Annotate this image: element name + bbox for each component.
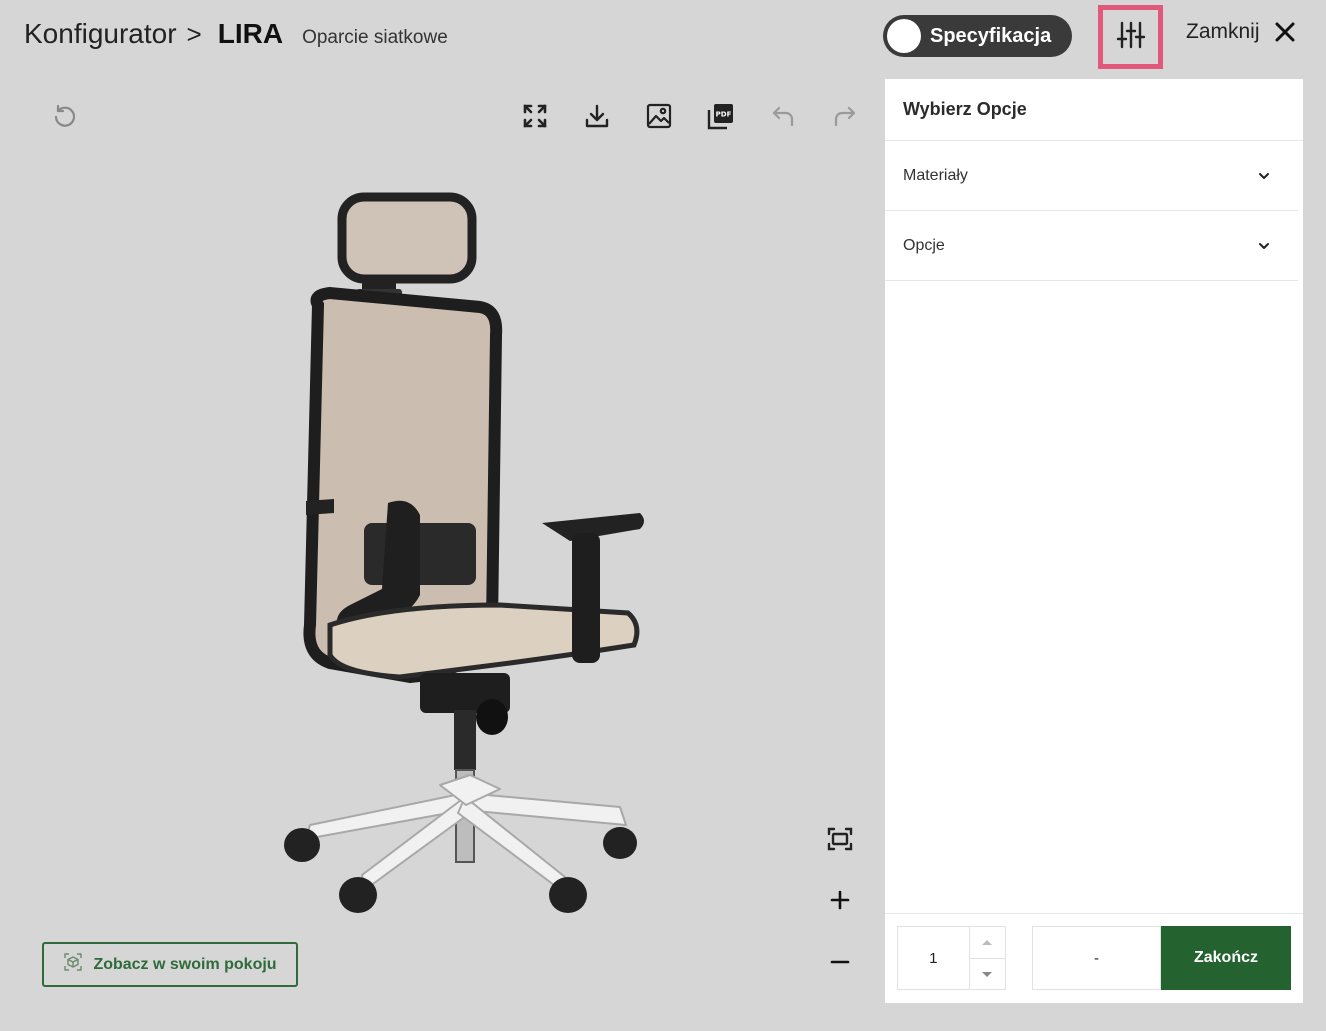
- fullscreen-icon: [522, 103, 548, 134]
- chevron-down-icon: [1258, 167, 1270, 185]
- panel-footer: 1 - Zakończ: [885, 913, 1303, 1003]
- options-panel-button[interactable]: [1098, 5, 1163, 69]
- reset-view-button[interactable]: [48, 101, 82, 135]
- toggle-knob: [887, 19, 921, 53]
- image-icon: [646, 103, 672, 134]
- close-label: Zamknij: [1186, 20, 1260, 43]
- quantity-input[interactable]: 1: [898, 927, 969, 989]
- quantity-steps: [968, 927, 1005, 990]
- zoom-in-button[interactable]: [823, 885, 857, 919]
- breadcrumb-separator: >: [186, 19, 202, 49]
- redo-button[interactable]: [828, 101, 862, 135]
- reset-icon: [51, 102, 79, 135]
- specification-toggle-label: Specyfikacja: [930, 24, 1052, 47]
- caret-down-icon: [981, 965, 993, 983]
- fullscreen-button[interactable]: [518, 101, 552, 135]
- close-icon: [1274, 21, 1296, 43]
- accordion-label: Opcje: [903, 236, 945, 254]
- product-variant: Oparcie siatkowe: [302, 27, 448, 48]
- panel-title: Wybierz Opcje: [885, 79, 1303, 141]
- caret-up-icon: [981, 933, 993, 951]
- image-export-button[interactable]: [642, 101, 676, 135]
- redo-icon: [832, 103, 858, 134]
- accordion-options[interactable]: Opcje: [885, 211, 1298, 281]
- close-button[interactable]: Zamknij: [1186, 20, 1296, 44]
- quantity-stepper: 1: [897, 926, 1006, 990]
- zoom-in-icon: [829, 889, 851, 916]
- options-panel: Wybierz Opcje Materiały Opcje 1 - Zakońc…: [885, 79, 1303, 1003]
- pdf-icon-text: PDF: [716, 110, 732, 118]
- accordion-label: Materiały: [903, 166, 968, 184]
- pdf-export-button[interactable]: PDF: [704, 101, 738, 135]
- breadcrumb: Konfigurator > LIRA Oparcie siatkowe: [24, 18, 448, 50]
- ar-cube-icon: [63, 952, 83, 977]
- view-in-room-button[interactable]: Zobacz w swoim pokoju: [42, 942, 298, 987]
- download-icon: [584, 103, 610, 134]
- accordion-materials[interactable]: Materiały: [885, 141, 1298, 211]
- fit-view-icon: [826, 826, 854, 857]
- view-in-room-label: Zobacz w swoim pokoju: [93, 955, 277, 973]
- breadcrumb-root[interactable]: Konfigurator: [24, 18, 177, 50]
- product-name: LIRA: [217, 18, 284, 49]
- fit-view-button[interactable]: [823, 824, 857, 858]
- chevron-down-icon: [1258, 237, 1270, 255]
- quantity-decrement[interactable]: [969, 957, 1005, 990]
- finish-button[interactable]: Zakończ: [1161, 926, 1291, 990]
- undo-icon: [770, 103, 796, 134]
- product-3d-view[interactable]: [270, 185, 660, 930]
- download-button[interactable]: [580, 101, 614, 135]
- quantity-increment[interactable]: [970, 927, 1005, 958]
- sliders-icon: [1116, 20, 1146, 55]
- specification-toggle[interactable]: Specyfikacja: [883, 15, 1072, 57]
- pdf-icon: PDF: [707, 102, 735, 135]
- undo-button[interactable]: [766, 101, 800, 135]
- zoom-out-button[interactable]: [823, 947, 857, 981]
- zoom-out-icon: [829, 951, 851, 978]
- price-display: -: [1032, 926, 1161, 990]
